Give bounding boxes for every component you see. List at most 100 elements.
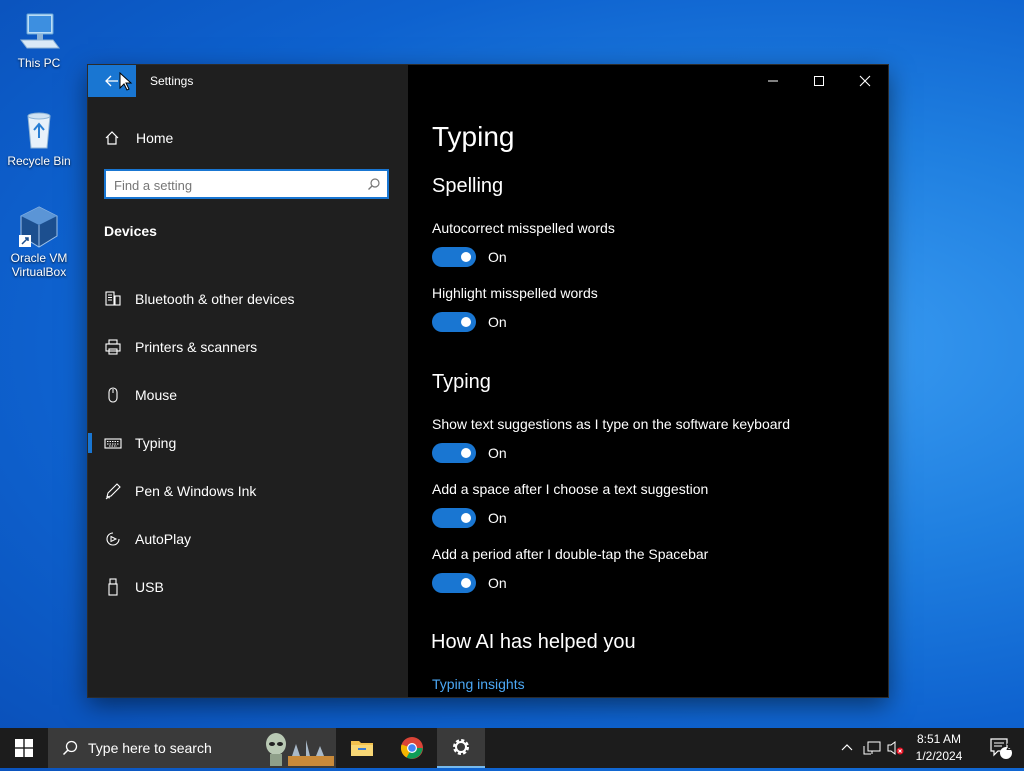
sidebar-item-label: Bluetooth & other devices [135,291,295,307]
add-space-toggle[interactable] [432,508,476,528]
close-button[interactable] [842,65,888,97]
toggle-knob [461,578,471,588]
taskbar-file-explorer[interactable] [338,728,386,768]
highlight-toggle-row: On [432,312,507,332]
add-period-toggle[interactable] [432,573,476,593]
setting-label-highlight: Highlight misspelled words [432,285,598,301]
taskbar-settings[interactable] [437,728,485,768]
network-tray-button[interactable] [860,728,884,768]
computer-icon [17,10,61,54]
home-icon [104,130,120,146]
mouse-icon [104,386,122,404]
sidebar-item-printers[interactable]: Printers & scanners [88,323,408,371]
taskbar: Type here to search 8:51 AM 1/2/2024 2 [0,728,1024,768]
section-heading-typing: Typing [432,371,491,393]
sidebar-item-bluetooth[interactable]: Bluetooth & other devices [88,275,408,323]
window-title: Settings [150,74,194,88]
clock-time: 8:51 AM [916,732,962,746]
action-center-button[interactable]: 2 [978,728,1022,768]
toggle-state: On [488,510,507,526]
window-titlebar[interactable]: Settings [88,65,888,97]
mouse-cursor-icon [119,72,133,91]
desktop-icon-virtualbox[interactable]: Oracle VM VirtualBox [4,205,74,279]
network-icon [863,741,881,755]
settings-sidebar: Home Devices Bluetooth & other devices P… [88,65,408,697]
desktop-icon-label: This PC [17,56,61,70]
close-icon [859,75,871,87]
keyboard-icon [104,434,122,452]
highlight-toggle[interactable] [432,312,476,332]
minimize-button[interactable] [750,65,796,97]
pen-icon [104,482,122,500]
show-hidden-icons-button[interactable] [836,728,858,768]
typing-insights-link[interactable]: Typing insights [432,676,525,692]
sidebar-item-mouse[interactable]: Mouse [88,371,408,419]
desktop-icon-label: Oracle VM VirtualBox [10,251,68,279]
setting-label-autocorrect: Autocorrect misspelled words [432,220,615,236]
desktop-icon-label: Recycle Bin [7,154,71,168]
sidebar-item-label: Pen & Windows Ink [135,483,257,499]
section-heading-spelling: Spelling [432,175,504,197]
search-icon[interactable] [367,177,381,191]
section-heading-devices: Devices [104,223,157,239]
sidebar-item-label: USB [135,579,164,595]
chevron-up-icon [841,744,853,751]
recycle-bin-icon [17,108,61,152]
back-arrow-icon [105,75,118,87]
gear-icon [453,739,469,755]
taskbar-chrome[interactable] [388,728,436,768]
sidebar-item-pen[interactable]: Pen & Windows Ink [88,467,408,515]
page-title: Typing [432,121,515,152]
windows-logo-icon [15,739,33,757]
minimize-icon [768,80,778,82]
toggle-knob [461,513,471,523]
folder-icon [351,741,373,756]
add-space-toggle-row: On [432,508,507,528]
desktop-icon-recycle-bin[interactable]: Recycle Bin [4,108,74,168]
volume-muted-icon [887,741,904,755]
text-suggestions-toggle[interactable] [432,443,476,463]
settings-window: Home Devices Bluetooth & other devices P… [88,65,888,697]
setting-label-add-period: Add a period after I double-tap the Spac… [432,546,709,562]
setting-label-add-space: Add a space after I choose a text sugges… [432,481,709,497]
sidebar-item-usb[interactable]: USB [88,563,408,611]
toggle-state: On [488,575,507,591]
usb-icon [104,578,122,596]
text-suggestions-toggle-row: On [432,443,507,463]
volume-tray-button[interactable] [884,728,906,768]
maximize-button[interactable] [796,65,842,97]
setting-label-text-suggestions: Show text suggestions as I type on the s… [432,416,790,432]
desktop-icon-this-pc[interactable]: This PC [4,10,74,70]
toggle-state: On [488,445,507,461]
sidebar-item-label: Typing [135,435,177,451]
sidebar-item-typing[interactable]: Typing [88,419,408,467]
chrome-icon [400,737,423,759]
home-label: Home [136,130,174,146]
sidebar-item-label: AutoPlay [135,531,192,547]
printer-icon [104,338,122,356]
autocorrect-toggle[interactable] [432,247,476,267]
start-button[interactable] [0,728,48,768]
autoplay-icon [104,530,122,548]
find-setting-input[interactable] [114,175,354,195]
toggle-knob [461,317,471,327]
toggle-state: On [488,314,507,330]
find-setting-search[interactable] [104,169,389,199]
sidebar-item-label: Printers & scanners [135,339,258,355]
taskbar-clock[interactable]: 8:51 AM 1/2/2024 [904,731,974,765]
sidebar-item-autoplay[interactable]: AutoPlay [88,515,408,563]
virtualbox-icon [17,205,61,249]
toggle-knob [461,448,471,458]
section-heading-ai: How AI has helped you [431,631,636,653]
autocorrect-toggle-row: On [432,247,507,267]
search-icon [62,740,78,756]
home-nav-item[interactable]: Home [88,123,408,153]
taskbar-search-box[interactable]: Type here to search [48,728,336,768]
sidebar-item-label: Mouse [135,387,178,403]
add-period-toggle-row: On [432,573,507,593]
notification-count: 2 [1006,742,1012,753]
maximize-icon [814,76,824,86]
clock-date: 1/2/2024 [915,749,963,763]
toggle-state: On [488,249,507,265]
search-highlight-image [262,730,334,766]
